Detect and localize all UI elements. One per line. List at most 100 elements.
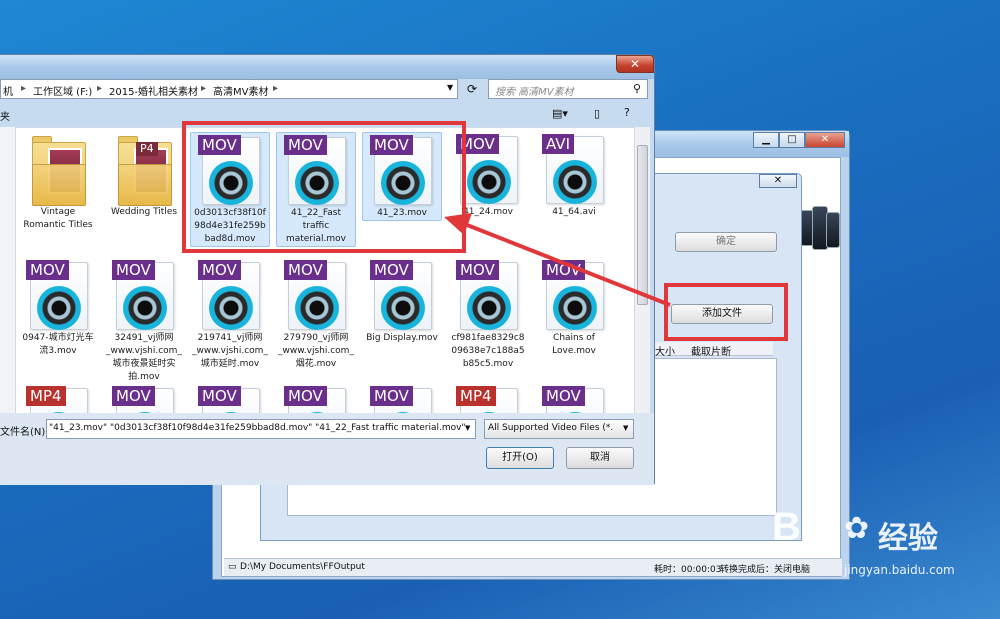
video-file-icon: AVI bbox=[540, 132, 608, 206]
film-reel-icon bbox=[209, 286, 253, 330]
file-name-line: 279790_vj师网 bbox=[283, 333, 349, 343]
file-type-badge: MOV bbox=[198, 260, 241, 280]
file-name-line: Vintage bbox=[40, 207, 76, 217]
help-icon[interactable]: ? bbox=[624, 106, 630, 119]
dialog-footer: 文件名(N): "41_23.mov" "0d3013cf38f10f98d4e… bbox=[0, 413, 654, 485]
search-icon[interactable]: ⚲ bbox=[633, 82, 641, 95]
file-item[interactable]: MOV 219741_vj师网 _www.vjshi.com_ 城市延时.mov bbox=[190, 258, 270, 371]
file-item[interactable]: MOV bbox=[276, 384, 356, 413]
folder-icon bbox=[24, 132, 92, 206]
cancel-button[interactable]: 取消 bbox=[566, 447, 634, 469]
file-name-line: 城市夜景延时实 bbox=[112, 359, 176, 369]
folder-icon: ▭ bbox=[228, 562, 237, 572]
video-file-icon: MOV bbox=[282, 384, 350, 413]
file-type-badge: MOV bbox=[370, 386, 413, 406]
file-name-line: 烟花.mov bbox=[295, 359, 337, 369]
elapsed-time: 耗时：00:00:03 bbox=[654, 565, 722, 575]
file-type-badge: MP4 bbox=[26, 386, 66, 406]
file-item[interactable]: MOV bbox=[362, 384, 442, 413]
file-name-line: Romantic Titles bbox=[23, 220, 93, 230]
breadcrumb[interactable]: 机 ▸ 工作区域 (F:) ▸ 2015-婚礼相关素材 ▸ 高清MV素材 ▸ ▼ bbox=[0, 79, 458, 99]
breadcrumb-separator-icon: ▸ bbox=[21, 83, 27, 94]
file-type-badge: MP4 bbox=[456, 386, 496, 406]
refresh-icon[interactable]: ⟳ bbox=[460, 79, 484, 99]
file-type-value: All Supported Video Files (*. bbox=[488, 423, 614, 433]
file-item[interactable]: MOV 279790_vj师网 _www.vjshi.com_ 烟花.mov bbox=[276, 258, 356, 371]
filename-field[interactable]: "41_23.mov" "0d3013cf38f10f98d4e31fe259b… bbox=[46, 419, 476, 439]
file-name-line: _www.vjshi.com_ bbox=[192, 346, 268, 356]
new-folder-label[interactable]: 夹 bbox=[0, 108, 10, 123]
file-item[interactable]: MOV bbox=[190, 384, 270, 413]
app-close-button[interactable]: ✕ bbox=[805, 132, 845, 148]
file-type-badge: MOV bbox=[112, 386, 155, 406]
video-file-icon: MOV bbox=[110, 258, 178, 332]
phone-image bbox=[796, 204, 842, 270]
folder-icon: P4 bbox=[110, 132, 178, 206]
watermark-brand-tail: 经验 bbox=[878, 521, 938, 556]
breadcrumb-drive[interactable]: 工作区域 (F:) bbox=[33, 83, 92, 98]
file-item[interactable]: MOV 0947-城市灯光车 流3.mov bbox=[18, 258, 98, 358]
video-file-icon: MOV bbox=[368, 258, 436, 332]
video-file-icon: MOV bbox=[282, 258, 350, 332]
file-type-badge: AVI bbox=[542, 134, 574, 154]
breadcrumb-current[interactable]: 高清MV素材 bbox=[213, 83, 268, 98]
breadcrumb-folder[interactable]: 2015-婚礼相关素材 bbox=[109, 83, 198, 98]
file-item[interactable]: MOV 32491_vj师网 _www.vjshi.com_ 城市夜景延时实 拍.mov bbox=[104, 258, 184, 384]
filename-value: "41_23.mov" "0d3013cf38f10f98d4e31fe259b… bbox=[49, 423, 466, 433]
minimize-button[interactable]: ▁ bbox=[753, 132, 779, 148]
annotation-arrow-icon bbox=[444, 213, 671, 307]
file-type-badge: MOV bbox=[112, 260, 155, 280]
film-reel-icon bbox=[467, 160, 511, 204]
video-file-icon: MP4 bbox=[454, 384, 522, 413]
baidu-watermark: Bai ✿ 经验 jingyan.baidu.com bbox=[760, 505, 960, 585]
dialog-title-bar bbox=[0, 55, 654, 79]
file-name-line: _www.vjshi.com_ bbox=[106, 346, 182, 356]
file-item[interactable]: MOV bbox=[104, 384, 184, 413]
file-name-line: Chains of bbox=[553, 333, 595, 343]
file-item[interactable]: MP4 bbox=[18, 384, 98, 413]
file-name-line: Wedding Titles bbox=[110, 207, 178, 217]
highlight-selected-files bbox=[182, 121, 466, 253]
chevron-down-icon[interactable]: ▼ bbox=[465, 424, 470, 432]
video-file-icon: MOV bbox=[540, 384, 608, 413]
file-name-line: 219741_vj师网 bbox=[197, 333, 263, 343]
search-input[interactable]: 搜索 高清MV素材 ⚲ bbox=[488, 79, 648, 99]
column-clip[interactable]: 截取片断 bbox=[691, 343, 731, 358]
file-name-line: Love.mov bbox=[552, 346, 596, 356]
file-item[interactable]: MOV bbox=[534, 384, 614, 413]
file-name-line: b85c5.mov bbox=[462, 359, 514, 369]
video-file-icon: MOV bbox=[110, 384, 178, 413]
breadcrumb-separator-icon: ▸ bbox=[201, 83, 207, 94]
file-name-line: 拍.mov bbox=[128, 372, 160, 382]
video-file-icon: MOV bbox=[24, 258, 92, 332]
folder-item[interactable]: P4 Wedding Titles bbox=[104, 132, 184, 219]
film-reel-icon bbox=[295, 286, 339, 330]
maximize-button[interactable]: □ bbox=[779, 132, 805, 148]
file-type-select[interactable]: All Supported Video Files (*. ▼ bbox=[484, 419, 634, 439]
breadcrumb-separator-icon: ▸ bbox=[97, 83, 103, 94]
view-icon[interactable]: ▤▾ bbox=[552, 107, 568, 120]
file-name-line: 32491_vj师网 bbox=[114, 333, 174, 343]
preview-pane-icon[interactable]: ▯ bbox=[594, 107, 600, 120]
folder-item[interactable]: Vintage Romantic Titles bbox=[18, 132, 98, 232]
file-type-badge: MOV bbox=[370, 260, 413, 280]
open-button[interactable]: 打开(O) bbox=[486, 447, 554, 469]
paw-icon: ✿ bbox=[844, 511, 870, 546]
file-type-badge: MOV bbox=[198, 386, 241, 406]
breadcrumb-computer[interactable]: 机 bbox=[3, 83, 13, 98]
watermark-brand: Bai bbox=[772, 505, 835, 549]
confirm-button[interactable]: 确定 bbox=[675, 232, 777, 252]
chevron-down-icon[interactable]: ▼ bbox=[447, 83, 453, 92]
chevron-down-icon[interactable]: ▼ bbox=[623, 424, 628, 432]
file-name-line: cf981fae8329c8 bbox=[451, 333, 525, 343]
sub-dialog-close-button[interactable]: ✕ bbox=[759, 174, 797, 188]
file-type-badge: MOV bbox=[542, 386, 585, 406]
dialog-close-button[interactable]: ✕ bbox=[616, 55, 654, 73]
film-reel-icon bbox=[553, 160, 597, 204]
film-reel-icon bbox=[37, 286, 81, 330]
file-item[interactable]: MP4 bbox=[448, 384, 528, 413]
nav-pane-scrollbar[interactable] bbox=[0, 127, 16, 413]
column-size[interactable]: 大小 bbox=[655, 343, 675, 358]
file-name-line: Big Display.mov bbox=[366, 333, 438, 343]
file-type-badge: MOV bbox=[26, 260, 69, 280]
